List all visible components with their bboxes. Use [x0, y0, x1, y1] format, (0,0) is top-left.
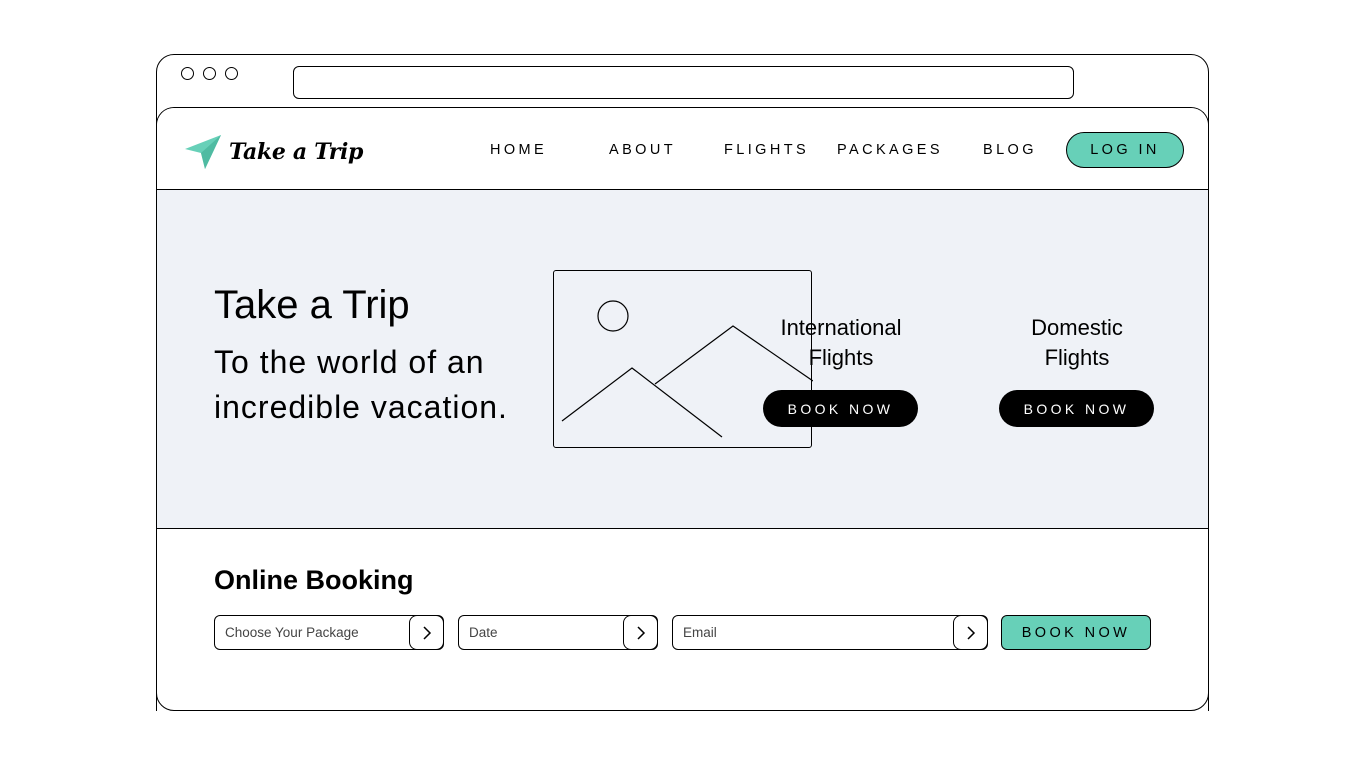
chevron-right-icon[interactable] [409, 615, 444, 650]
nav-packages[interactable]: PACKAGES [837, 142, 943, 158]
hero-title: Take a Trip [214, 283, 410, 327]
domestic-flights-card: Domestic Flights BOOK NOW [999, 313, 1155, 427]
book-domestic-button[interactable]: BOOK NOW [999, 390, 1154, 427]
nav-home[interactable]: HOME [490, 142, 547, 158]
nav-about[interactable]: ABOUT [609, 142, 676, 158]
book-international-button[interactable]: BOOK NOW [763, 390, 918, 427]
package-placeholder: Choose Your Package [225, 625, 359, 640]
chevron-right-icon[interactable] [953, 615, 988, 650]
online-booking-title: Online Booking [214, 565, 414, 595]
international-flights-title: International Flights [780, 315, 902, 370]
email-placeholder: Email [683, 625, 717, 640]
nav-blog[interactable]: BLOG [983, 142, 1037, 158]
window-close-button[interactable] [181, 67, 194, 80]
paper-plane-icon [183, 133, 223, 171]
date-placeholder: Date [469, 625, 498, 640]
page-viewport: Take a Trip HOME ABOUT FLIGHTS PACKAGES … [156, 107, 1209, 711]
navbar: Take a Trip HOME ABOUT FLIGHTS PACKAGES … [157, 108, 1208, 190]
browser-window: Take a Trip HOME ABOUT FLIGHTS PACKAGES … [156, 54, 1209, 711]
chevron-right-icon[interactable] [623, 615, 658, 650]
package-select[interactable]: Choose Your Package [214, 615, 444, 650]
hero-subtitle: To the world of an incredible vacation. [214, 344, 508, 425]
logo[interactable]: Take a Trip [183, 133, 363, 171]
address-bar[interactable] [293, 66, 1074, 99]
international-flights-card: International Flights BOOK NOW [763, 313, 919, 427]
window-maximize-button[interactable] [225, 67, 238, 80]
hero-section: Take a Trip To the world of an incredibl… [157, 190, 1208, 529]
login-button[interactable]: LOG IN [1066, 132, 1184, 168]
nav-flights[interactable]: FLIGHTS [724, 142, 809, 158]
domestic-flights-title: Domestic Flights [1031, 315, 1123, 370]
window-controls [181, 67, 238, 80]
logo-text: Take a Trip [229, 139, 364, 165]
book-now-button[interactable]: BOOK NOW [1001, 615, 1151, 650]
date-field[interactable]: Date [458, 615, 658, 650]
email-field[interactable]: Email [672, 615, 988, 650]
window-minimize-button[interactable] [203, 67, 216, 80]
